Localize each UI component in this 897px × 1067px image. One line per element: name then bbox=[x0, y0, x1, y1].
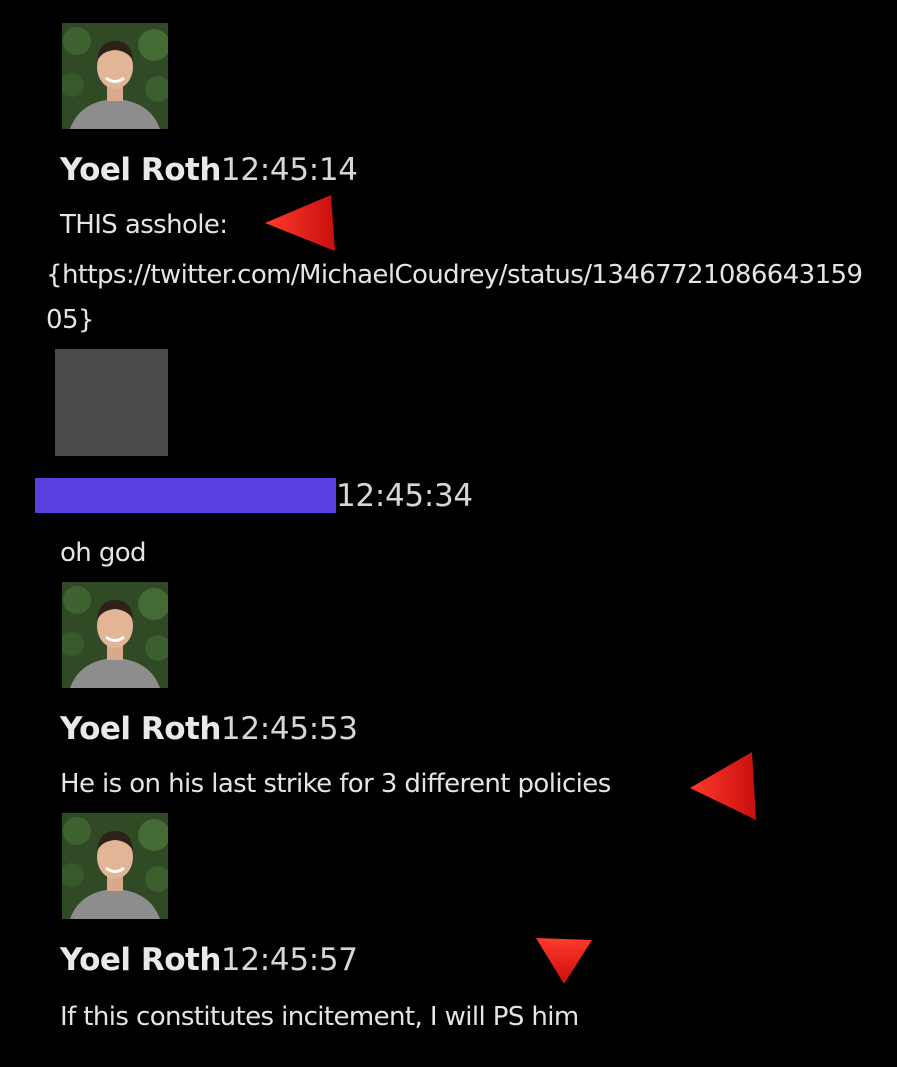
avatar-photo bbox=[62, 813, 168, 919]
annotation-arrow-icon bbox=[690, 752, 760, 822]
avatar-photo bbox=[62, 23, 168, 129]
message-text: THIS asshole: bbox=[60, 210, 228, 240]
avatar[interactable] bbox=[62, 582, 168, 688]
author-name[interactable]: Yoel Roth bbox=[60, 942, 221, 978]
message-header: Yoel Roth12:45:57 bbox=[60, 942, 358, 978]
avatar-photo bbox=[62, 582, 168, 688]
message-text: He is on his last strike for 3 different… bbox=[60, 769, 611, 799]
redacted-avatar bbox=[55, 349, 168, 456]
timestamp: 12:45:53 bbox=[220, 711, 358, 747]
message-header: Yoel Roth12:45:53 bbox=[60, 711, 358, 747]
annotation-arrow-icon bbox=[265, 195, 337, 253]
author-name[interactable]: Yoel Roth bbox=[60, 711, 221, 747]
message-header: Yoel Roth12:45:14 bbox=[60, 152, 358, 188]
message-text: If this constitutes incitement, I will P… bbox=[60, 1002, 579, 1032]
timestamp: 12:45:57 bbox=[220, 942, 358, 978]
message-text: oh god bbox=[60, 538, 147, 568]
annotation-arrow-icon bbox=[536, 938, 594, 986]
avatar[interactable] bbox=[62, 813, 168, 919]
avatar[interactable] bbox=[62, 23, 168, 129]
redacted-author-name bbox=[35, 478, 336, 513]
author-name[interactable]: Yoel Roth bbox=[60, 152, 221, 188]
timestamp: 12:45:34 bbox=[336, 478, 473, 514]
timestamp: 12:45:14 bbox=[220, 152, 358, 188]
message-link[interactable]: {https://twitter.com/MichaelCoudrey/stat… bbox=[46, 253, 866, 343]
